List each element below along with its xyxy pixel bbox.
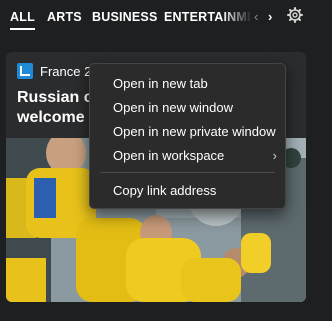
gear-icon[interactable] [287, 7, 303, 23]
tab-all[interactable]: ALL [10, 10, 35, 30]
chevron-right-icon: › [272, 148, 277, 163]
tabs-next-button[interactable]: › [268, 9, 272, 24]
tab-fade [222, 0, 252, 34]
context-menu: Open in new tab Open in new window Open … [89, 63, 286, 209]
tab-business[interactable]: BUSINESS [92, 10, 158, 24]
menu-item-label: Open in new private window [113, 124, 276, 139]
menu-item-label: Open in new tab [113, 76, 208, 91]
source-logo [17, 63, 33, 79]
menu-item-copy-link[interactable]: Copy link address [90, 179, 285, 203]
menu-item-open-private-window[interactable]: Open in new private window [90, 120, 285, 144]
menu-item-label: Copy link address [113, 183, 217, 198]
menu-item-open-new-window[interactable]: Open in new window [90, 96, 285, 120]
menu-item-open-new-tab[interactable]: Open in new tab [90, 72, 285, 96]
menu-item-label: Open in workspace [113, 148, 225, 163]
menu-separator [100, 172, 275, 173]
category-tab-bar: ALL ARTS BUSINESS ENTERTAINMENT ‹ › [0, 0, 332, 34]
tab-arts[interactable]: ARTS [47, 10, 82, 24]
menu-item-label: Open in new window [113, 100, 233, 115]
menu-item-open-in-workspace[interactable]: Open in workspace › [90, 144, 285, 168]
tabs-prev-button[interactable]: ‹ [254, 9, 258, 24]
